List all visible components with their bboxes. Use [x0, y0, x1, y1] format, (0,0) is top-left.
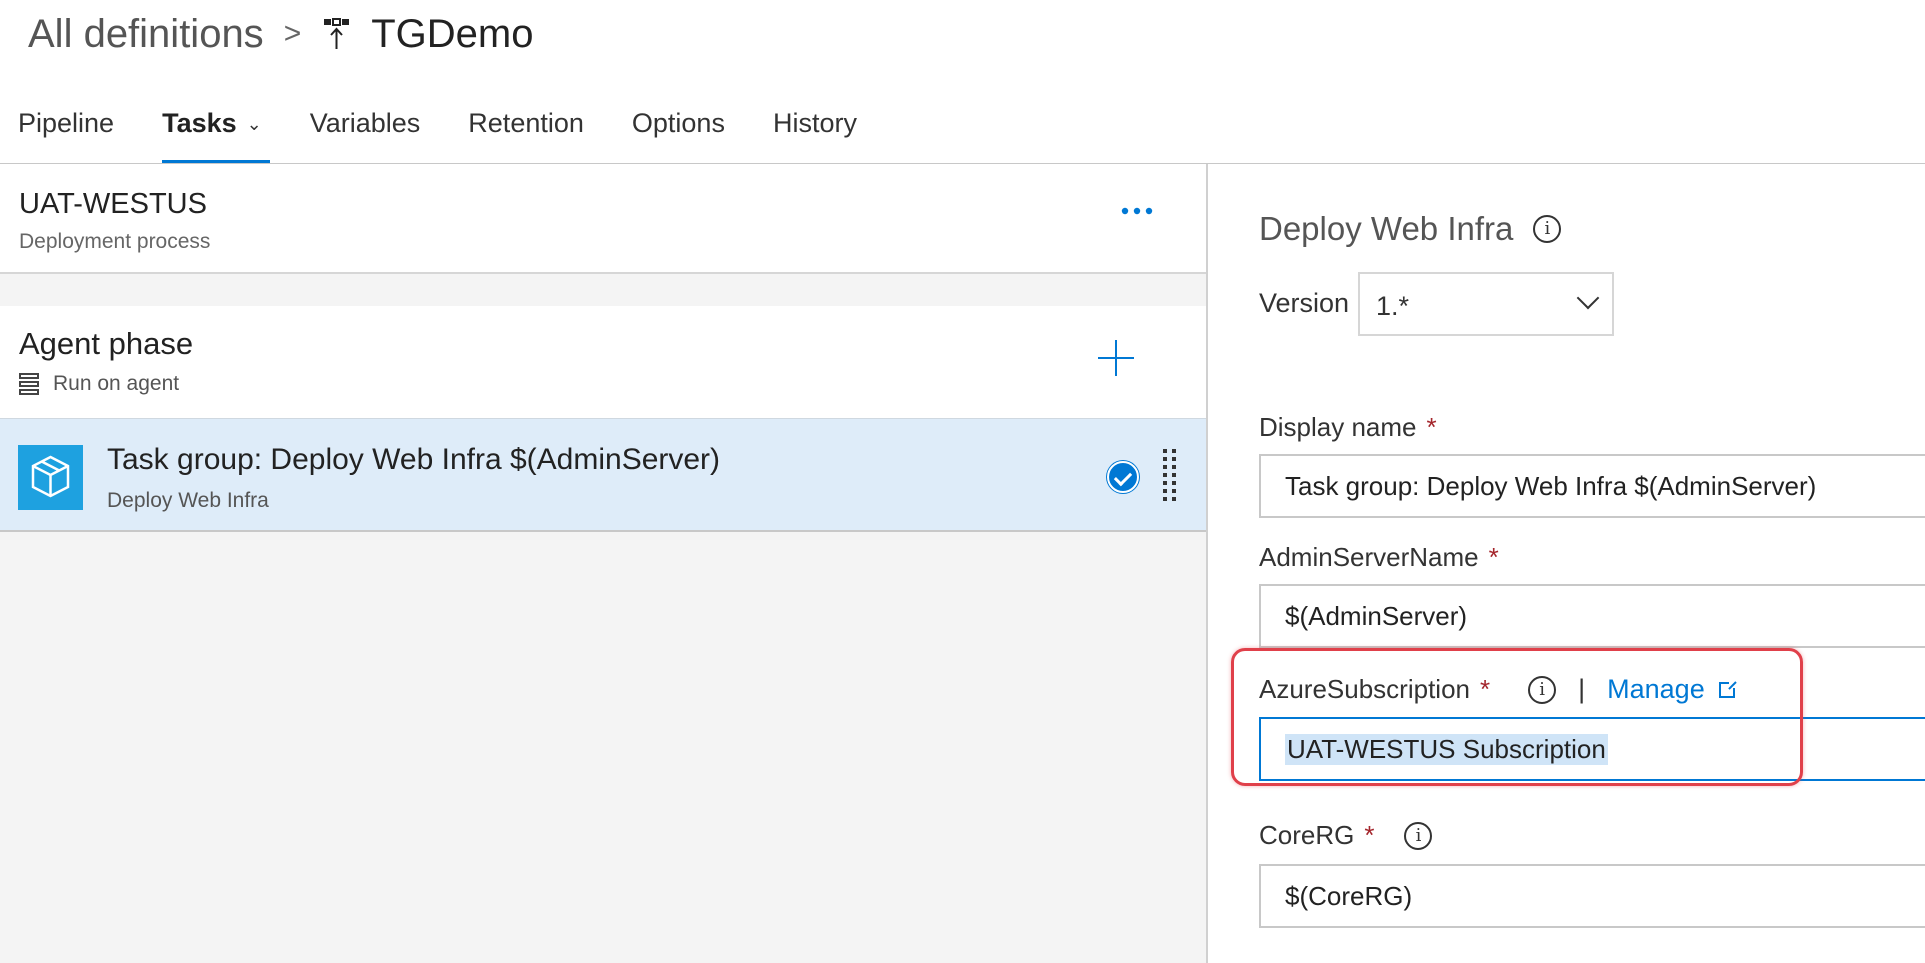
process-pane: UAT-WESTUS Deployment process Agent phas…	[0, 164, 1206, 963]
phase-subtitle-text: Run on agent	[53, 372, 180, 395]
version-select[interactable]: 1.*	[1358, 272, 1614, 336]
tab-label: Options	[631, 108, 725, 138]
core-rg-field[interactable]: $(CoreRG)	[1259, 864, 1925, 928]
task-row[interactable]: Task group: Deploy Web Infra $(AdminServ…	[0, 418, 1206, 532]
tab-label: Pipeline	[18, 108, 115, 138]
separator: |	[1578, 674, 1586, 704]
page-title: TGDemo	[371, 11, 534, 56]
azure-subscription-value: UAT-WESTUS Subscription	[1285, 733, 1608, 765]
required-marker: *	[1488, 542, 1499, 572]
admin-server-field[interactable]: $(AdminServer)	[1259, 584, 1925, 648]
stage-header[interactable]: UAT-WESTUS Deployment process	[0, 164, 1206, 274]
tab-label: Retention	[468, 108, 584, 138]
tab-label: Tasks	[162, 108, 237, 138]
stage-name: UAT-WESTUS	[19, 188, 207, 220]
tab-variables[interactable]: Variables	[310, 104, 421, 164]
tab-bar: Pipeline Tasks ⌄ Variables Retention Opti…	[0, 104, 887, 164]
azure-subscription-field[interactable]: UAT-WESTUS Subscription	[1259, 717, 1925, 781]
info-icon[interactable]: i	[1533, 215, 1562, 243]
server-icon	[19, 373, 39, 395]
admin-server-label: AdminServerName *	[1259, 542, 1499, 573]
tab-tasks[interactable]: Tasks ⌄	[162, 104, 270, 164]
phase-subtitle: Run on agent	[19, 372, 179, 396]
agent-phase[interactable]: Agent phase Run on agent	[0, 306, 1206, 418]
chevron-down-icon	[1576, 286, 1600, 310]
details-title-text: Deploy Web Infra	[1259, 210, 1514, 247]
stage-subtitle: Deployment process	[19, 230, 211, 253]
tab-history[interactable]: History	[773, 104, 857, 164]
breadcrumb: All definitions > TGDemo	[28, 8, 533, 60]
tab-retention[interactable]: Retention	[468, 104, 584, 164]
display-name-field[interactable]: Task group: Deploy Web Infra $(AdminServ…	[1259, 454, 1925, 518]
azure-subscription-label: AzureSubscription * i | Manage	[1259, 674, 1737, 705]
info-icon[interactable]: i	[1404, 821, 1433, 850]
checkmark-icon[interactable]	[1107, 461, 1139, 493]
breadcrumb-all-definitions[interactable]: All definitions	[28, 12, 264, 57]
tab-label: History	[772, 108, 857, 138]
display-name-label-text: Display name	[1259, 412, 1417, 442]
add-task-button[interactable]	[1098, 340, 1134, 376]
required-marker: *	[1426, 412, 1437, 442]
breadcrumb-separator: >	[283, 17, 302, 50]
core-rg-label: CoreRG * i	[1259, 820, 1433, 851]
required-marker: *	[1364, 820, 1375, 850]
tab-pipeline[interactable]: Pipeline	[18, 104, 114, 164]
core-rg-label-text: CoreRG	[1259, 820, 1355, 850]
chevron-down-icon[interactable]: ⌄	[247, 114, 262, 135]
manage-link-text: Manage	[1607, 674, 1705, 704]
task-title: Task group: Deploy Web Infra $(AdminServ…	[107, 443, 721, 476]
task-group-icon	[18, 445, 83, 510]
tab-options[interactable]: Options	[632, 104, 725, 164]
version-label: Version	[1259, 288, 1350, 318]
drag-handle-icon[interactable]	[1162, 449, 1178, 505]
info-icon[interactable]: i	[1528, 675, 1557, 704]
tab-label: Variables	[309, 108, 421, 138]
release-definition-icon	[323, 17, 351, 51]
details-title: Deploy Web Infra i	[1259, 210, 1562, 248]
admin-server-label-text: AdminServerName	[1259, 542, 1479, 572]
core-rg-value: $(CoreRG)	[1285, 880, 1413, 911]
display-name-label: Display name *	[1259, 412, 1437, 443]
task-details-pane: Deploy Web Infra i Version 1.* Display n…	[1208, 164, 1925, 963]
display-name-value: Task group: Deploy Web Infra $(AdminServ…	[1285, 470, 1817, 501]
task-subtitle: Deploy Web Infra	[107, 489, 269, 512]
admin-server-value: $(AdminServer)	[1285, 600, 1468, 631]
required-marker: *	[1480, 674, 1491, 704]
azure-subscription-label-text: AzureSubscription	[1259, 674, 1470, 704]
manage-link[interactable]: Manage	[1607, 674, 1737, 705]
ellipsis-icon[interactable]	[1120, 202, 1154, 222]
external-link-icon	[1718, 679, 1737, 698]
phase-name: Agent phase	[19, 326, 194, 361]
version-value: 1.*	[1376, 291, 1410, 321]
